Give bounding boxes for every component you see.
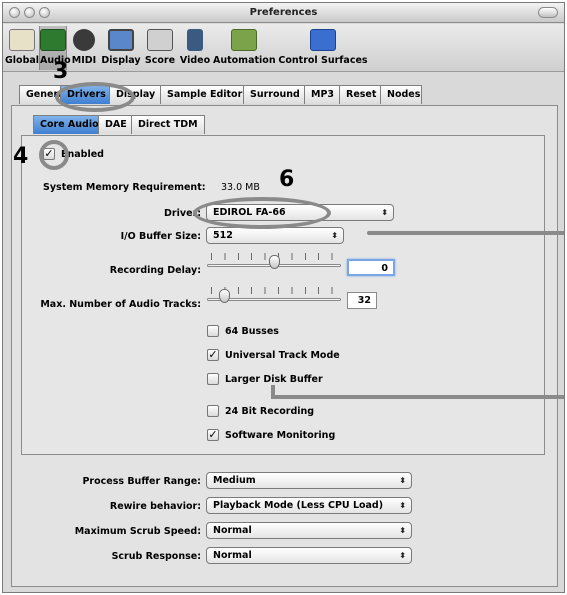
global-icon	[9, 29, 35, 51]
memory-value: 33.0 MB	[221, 182, 260, 193]
close-window-icon[interactable]	[9, 7, 20, 18]
preferences-window: Preferences Global Audio MIDI Display Sc…	[2, 2, 565, 593]
tab-sample-editor[interactable]: Sample Editor	[160, 85, 244, 104]
control-surfaces-icon	[310, 29, 336, 51]
display-icon	[108, 29, 134, 51]
driver-tab-bar: Core Audio DAE Direct TDM	[33, 115, 205, 134]
tab-dae[interactable]: DAE	[98, 115, 132, 134]
tab-surround[interactable]: Surround	[243, 85, 305, 104]
callout-number-3: 3	[53, 59, 69, 84]
tab-reset[interactable]: Reset	[339, 85, 381, 104]
max-tracks-slider-thumb[interactable]	[219, 289, 230, 303]
universal-track-mode-checkbox[interactable]: ✓ Universal Track Mode	[207, 349, 340, 361]
rewire-label: Rewire behavior:	[109, 501, 201, 512]
larger-disk-buffer-checkbox[interactable]: Larger Disk Buffer	[207, 373, 323, 385]
tab-nodes[interactable]: Nodes	[380, 85, 422, 104]
recording-delay-slider[interactable]	[207, 253, 341, 269]
window-title: Preferences	[249, 7, 318, 18]
preferences-toolbar: Global Audio MIDI Display Score Video Au…	[3, 24, 564, 72]
toolbar-display[interactable]: Display	[101, 26, 141, 70]
popup-arrow-icon: ⬍	[381, 208, 388, 217]
memory-label: System Memory Requirement:	[43, 182, 206, 193]
toolbar-midi[interactable]: MIDI	[69, 26, 99, 70]
process-buffer-label: Process Buffer Range:	[82, 476, 201, 487]
callout-circle-driver	[193, 197, 331, 229]
buffer-label: I/O Buffer Size:	[120, 231, 201, 242]
buffer-size-popup[interactable]: 512 ⬍	[206, 227, 344, 244]
toolbar-control-surfaces[interactable]: Control Surfaces	[277, 26, 369, 70]
audio-icon	[40, 29, 66, 51]
recording-delay-field[interactable]: 0	[347, 259, 395, 276]
popup-arrow-icon: ⬍	[399, 476, 406, 485]
minimize-window-icon[interactable]	[24, 7, 35, 18]
universal-track-mode-checkbox-box[interactable]: ✓	[207, 349, 219, 361]
callout-circle-drivers	[55, 82, 135, 112]
tab-mp3[interactable]: MP3	[304, 85, 340, 104]
recording-delay-slider-thumb[interactable]	[269, 255, 280, 269]
bit-24-recording-checkbox-box[interactable]	[207, 405, 219, 417]
zoom-window-icon[interactable]	[39, 7, 50, 18]
midi-icon	[73, 29, 95, 51]
tab-core-audio[interactable]: Core Audio	[33, 115, 99, 134]
popup-arrow-icon: ⬍	[399, 551, 406, 560]
title-bar: Preferences	[3, 3, 564, 23]
busses-64-checkbox[interactable]: 64 Busses	[207, 325, 279, 337]
toolbar-score[interactable]: Score	[143, 26, 177, 70]
leader-line-disk-buffer	[271, 395, 564, 399]
max-tracks-field[interactable]: 32	[347, 292, 377, 309]
scrub-response-label: Scrub Response:	[111, 551, 201, 562]
callout-number-4: 4	[13, 144, 29, 169]
toolbar-video[interactable]: Video	[179, 26, 211, 70]
software-monitoring-checkbox[interactable]: ✓ Software Monitoring	[207, 429, 335, 441]
rewire-popup[interactable]: Playback Mode (Less CPU Load) ⬍	[206, 497, 412, 514]
popup-arrow-icon: ⬍	[331, 231, 338, 240]
popup-arrow-icon: ⬍	[399, 526, 406, 535]
toolbar-automation[interactable]: Automation	[213, 26, 276, 70]
tab-direct-tdm[interactable]: Direct TDM	[131, 115, 205, 134]
toolbar-toggle-button[interactable]	[538, 7, 558, 18]
toolbar-global[interactable]: Global	[5, 26, 39, 70]
recording-delay-label: Recording Delay:	[109, 265, 201, 276]
bit-24-recording-checkbox[interactable]: 24 Bit Recording	[207, 405, 314, 417]
process-buffer-popup[interactable]: Medium ⬍	[206, 472, 412, 489]
max-tracks-label: Max. Number of Audio Tracks:	[40, 299, 201, 310]
video-icon	[187, 29, 203, 51]
popup-arrow-icon: ⬍	[399, 501, 406, 510]
scrub-response-popup[interactable]: Normal ⬍	[206, 547, 412, 564]
score-icon	[147, 29, 173, 51]
scrub-speed-label: Maximum Scrub Speed:	[74, 526, 201, 537]
busses-64-checkbox-box[interactable]	[207, 325, 219, 337]
callout-number-6: 6	[279, 167, 295, 192]
leader-line-buffer	[367, 231, 564, 235]
automation-icon	[231, 29, 257, 51]
larger-disk-buffer-checkbox-box[interactable]	[207, 373, 219, 385]
software-monitoring-checkbox-box[interactable]: ✓	[207, 429, 219, 441]
max-tracks-slider[interactable]	[207, 287, 341, 303]
scrub-speed-popup[interactable]: Normal ⬍	[206, 522, 412, 539]
callout-circle-enabled	[39, 140, 69, 170]
driver-label: Driver:	[164, 208, 201, 219]
